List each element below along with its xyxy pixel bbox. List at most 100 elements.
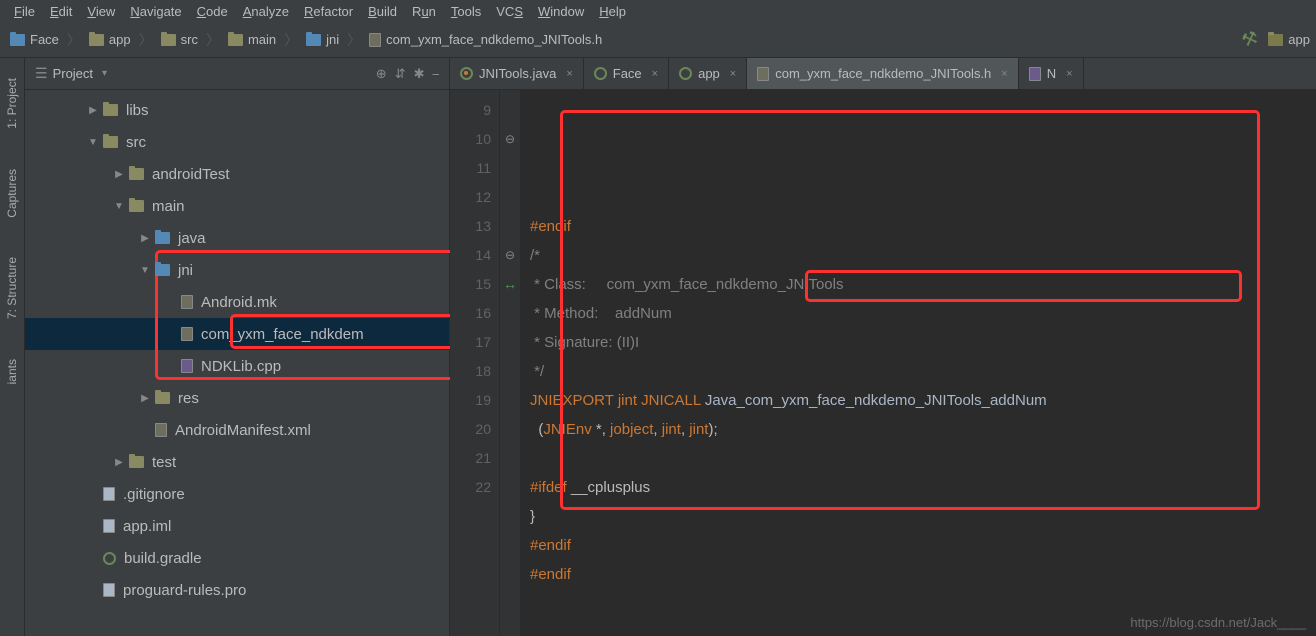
- menu-item-run[interactable]: Run: [406, 4, 442, 19]
- tree-item[interactable]: AndroidManifest.xml: [25, 414, 449, 446]
- breadcrumb-item[interactable]: main: [228, 32, 276, 47]
- collapse-icon[interactable]: ⇵: [395, 66, 406, 82]
- build-icon[interactable]: ⚒: [1239, 27, 1261, 52]
- code-line[interactable]: (JNIEnv *, jobject, jint, jint);: [530, 415, 1047, 444]
- tree-item[interactable]: Android.mk: [25, 286, 449, 318]
- tool-window-button[interactable]: Captures: [5, 169, 19, 218]
- menu-item-help[interactable]: Help: [593, 4, 632, 19]
- menu-item-build[interactable]: Build: [362, 4, 403, 19]
- menu-item-edit[interactable]: Edit: [44, 4, 78, 19]
- tree-item-label: androidTest: [152, 166, 230, 183]
- breadcrumb-right: ⚒ app: [1242, 29, 1310, 50]
- tree-item[interactable]: ▶java: [25, 222, 449, 254]
- expand-arrow-icon[interactable]: ▼: [113, 201, 125, 212]
- breadcrumb-item[interactable]: com_yxm_face_ndkdemo_JNITools.h: [369, 32, 602, 47]
- hide-icon[interactable]: ⎯: [433, 66, 440, 82]
- breadcrumb-item[interactable]: src: [161, 32, 198, 47]
- expand-arrow-icon[interactable]: ▼: [139, 265, 151, 276]
- project-tree[interactable]: ▶libs▼src▶androidTest▼main▶java▼jniAndro…: [25, 90, 449, 610]
- code-line[interactable]: * Method: addNum: [530, 299, 1047, 328]
- menu-item-navigate[interactable]: Navigate: [124, 4, 187, 19]
- close-icon[interactable]: ×: [566, 68, 572, 80]
- line-number: 18: [450, 357, 491, 386]
- tree-item[interactable]: ▼src: [25, 126, 449, 158]
- code-line[interactable]: #endif: [530, 531, 1047, 560]
- tree-item[interactable]: .gitignore: [25, 478, 449, 510]
- target-icon[interactable]: ⊕: [376, 66, 387, 82]
- editor-tab[interactable]: com_yxm_face_ndkdemo_JNITools.h×: [747, 58, 1019, 89]
- tree-item[interactable]: com_yxm_face_ndkdem: [25, 318, 449, 350]
- tree-item[interactable]: ▶res: [25, 382, 449, 414]
- expand-arrow-icon[interactable]: ▶: [113, 457, 125, 468]
- menu-item-analyze[interactable]: Analyze: [237, 4, 295, 19]
- breadcrumb-item[interactable]: jni: [306, 32, 339, 47]
- code-area[interactable]: 910111213141516171819202122 ⊖ ⊖↔ #endif/…: [450, 90, 1316, 636]
- tree-item[interactable]: ▶ test: [25, 446, 449, 478]
- tool-window-button[interactable]: iants: [5, 359, 19, 384]
- line-number: 16: [450, 299, 491, 328]
- line-number: 21: [450, 444, 491, 473]
- left-tool-strip: 1: Project Captures 7: Structure iants: [0, 58, 25, 636]
- settings-icon[interactable]: ✱: [414, 66, 425, 82]
- project-panel-title[interactable]: ☰ Project ▾: [35, 65, 376, 82]
- close-icon[interactable]: ×: [652, 68, 658, 80]
- menu-item-file[interactable]: File: [8, 4, 41, 19]
- expand-arrow-icon[interactable]: ▶: [113, 169, 125, 180]
- code-content[interactable]: #endif/* * Class: com_yxm_face_ndkdemo_J…: [520, 90, 1057, 636]
- gutter-mark: [500, 183, 520, 212]
- tree-item[interactable]: ▼jni: [25, 254, 449, 286]
- close-icon[interactable]: ×: [1066, 68, 1072, 80]
- tree-item[interactable]: NDKLib.cpp: [25, 350, 449, 382]
- expand-arrow-icon[interactable]: ▶: [87, 105, 99, 116]
- gutter-mark[interactable]: ⊖: [500, 125, 520, 154]
- line-number: 10: [450, 125, 491, 154]
- code-line[interactable]: * Signature: (II)I: [530, 328, 1047, 357]
- menu-item-window[interactable]: Window: [532, 4, 590, 19]
- tree-item[interactable]: app.iml: [25, 510, 449, 542]
- expand-arrow-icon[interactable]: ▼: [87, 137, 99, 148]
- gutter-mark[interactable]: ⊖: [500, 241, 520, 270]
- tree-item[interactable]: build.gradle: [25, 542, 449, 574]
- tree-item[interactable]: ▼main: [25, 190, 449, 222]
- menu-item-refactor[interactable]: Refactor: [298, 4, 359, 19]
- gutter-mark: [500, 300, 520, 329]
- expand-arrow-icon[interactable]: ▶: [139, 233, 151, 244]
- menu-item-code[interactable]: Code: [191, 4, 234, 19]
- tree-item[interactable]: ▶libs: [25, 94, 449, 126]
- code-line[interactable]: #endif: [530, 212, 1047, 241]
- editor-tab[interactable]: N×: [1019, 58, 1084, 89]
- breadcrumb: Face〉app〉src〉main〉jni〉com_yxm_face_ndkde…: [0, 22, 1316, 58]
- code-line[interactable]: }: [530, 502, 1047, 531]
- editor-tab[interactable]: Face×: [584, 58, 669, 89]
- menu-item-tools[interactable]: Tools: [445, 4, 487, 19]
- code-line[interactable]: #endif: [530, 560, 1047, 589]
- gutter-mark: [500, 358, 520, 387]
- tree-item-label: test: [152, 454, 176, 471]
- breadcrumb-separator: 〉: [139, 30, 153, 50]
- tree-item[interactable]: proguard-rules.pro: [25, 574, 449, 606]
- tool-window-button[interactable]: 1: Project: [5, 78, 19, 129]
- folder-module-icon: [155, 392, 170, 404]
- tool-window-button[interactable]: 7: Structure: [5, 257, 19, 319]
- editor-tab[interactable]: app×: [669, 58, 747, 89]
- folder-icon: [103, 104, 118, 116]
- breadcrumb-item[interactable]: Face: [10, 32, 59, 47]
- code-line[interactable]: /*: [530, 241, 1047, 270]
- code-line[interactable]: [530, 444, 1047, 473]
- tree-item[interactable]: ▶ androidTest: [25, 158, 449, 190]
- expand-arrow-icon[interactable]: ▶: [139, 393, 151, 404]
- menu-item-vcs[interactable]: VCS: [490, 4, 529, 19]
- code-line[interactable]: JNIEXPORT jint JNICALL Java_com_yxm_face…: [530, 386, 1047, 415]
- tree-item-label: com_yxm_face_ndkdem: [201, 326, 364, 343]
- close-icon[interactable]: ×: [730, 68, 736, 80]
- code-line[interactable]: [530, 589, 1047, 618]
- close-icon[interactable]: ×: [1001, 68, 1007, 80]
- module-selector[interactable]: app: [1268, 32, 1310, 47]
- gutter-mark[interactable]: ↔: [500, 270, 520, 300]
- menu-item-view[interactable]: View: [81, 4, 121, 19]
- code-line[interactable]: #ifdef __cplusplus: [530, 473, 1047, 502]
- editor-tab[interactable]: JNITools.java×: [450, 58, 584, 89]
- code-line[interactable]: * Class: com_yxm_face_ndkdemo_JNITools: [530, 270, 1047, 299]
- breadcrumb-item[interactable]: app: [89, 32, 131, 47]
- code-line[interactable]: */: [530, 357, 1047, 386]
